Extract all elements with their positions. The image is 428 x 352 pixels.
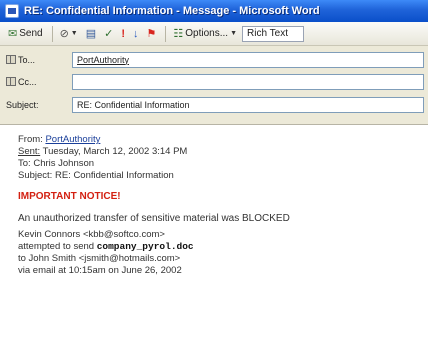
options-dropdown-icon: ▼ xyxy=(230,30,238,37)
message-format-value: Rich Text xyxy=(247,28,288,39)
send-label: Send xyxy=(19,28,43,39)
cc-field[interactable] xyxy=(72,73,424,90)
blocked-alert: An unauthorized transfer of sensitive ma… xyxy=(18,213,290,224)
to-field[interactable]: PortAuthority xyxy=(72,51,424,68)
to-line: To: Chris Johnson xyxy=(18,158,94,169)
cc-button[interactable]: Cc... xyxy=(0,77,72,87)
subject-field[interactable]: RE: Confidential Information xyxy=(72,96,424,113)
sent-value: Tuesday, March 12, 2002 3:14 PM xyxy=(42,146,188,157)
message-toolbar: ✉ Send ⊘ ▼ ▤ ✓ ! ↓ ⚑ ☷ Options... ▼ Rich … xyxy=(0,22,428,46)
toolbar-separator xyxy=(51,25,53,42)
address-book-icon xyxy=(6,55,16,64)
cc-row: Cc... xyxy=(0,72,428,91)
blocked-filename: company_pyrol.doc xyxy=(96,241,194,252)
options-label: Options... xyxy=(185,28,229,39)
attach-dropdown-icon: ▼ xyxy=(70,30,78,37)
low-importance-button[interactable]: ↓ xyxy=(130,25,142,43)
via-line: via email at 10:15am on June 26, 2002 xyxy=(18,265,182,276)
address-book-icon: ▤ xyxy=(85,27,97,40)
subject-line-label: Subject: xyxy=(18,170,53,181)
to-button[interactable]: To... xyxy=(0,55,72,65)
to-recipient: PortAuthority xyxy=(77,54,130,65)
options-icon: ☷ xyxy=(173,27,184,40)
to-row: To... PortAuthority xyxy=(0,50,428,69)
subject-value: RE: Confidential Information xyxy=(77,99,190,110)
subject-line-value: RE: Confidential Information xyxy=(54,170,174,181)
from-line: From: PortAuthority xyxy=(18,134,100,145)
send-button[interactable]: ✉ Send xyxy=(5,25,46,43)
window-title: RE: Confidential Information - Message -… xyxy=(24,5,320,17)
send-icon: ✉ xyxy=(8,27,18,40)
subject-line: Subject: RE: Confidential Information xyxy=(18,170,174,181)
sent-line: Sent: Tuesday, March 12, 2002 3:14 PM xyxy=(18,146,187,157)
attempt-line: attempted to send company_pyrol.doc xyxy=(18,241,194,252)
address-book-icon xyxy=(6,77,16,86)
attempt-prefix: attempted to send xyxy=(18,241,95,252)
title-bar: RE: Confidential Information - Message -… xyxy=(0,0,428,22)
check-names-icon: ✓ xyxy=(104,27,114,40)
high-importance-icon: ! xyxy=(121,27,126,40)
low-importance-icon: ↓ xyxy=(133,27,139,40)
sent-label: Sent: xyxy=(18,146,41,157)
flag-button[interactable]: ⚑ xyxy=(144,25,160,43)
to-line-value: Chris Johnson xyxy=(33,158,95,169)
message-body[interactable]: From: PortAuthority Sent: Tuesday, March… xyxy=(0,124,428,352)
important-notice: IMPORTANT NOTICE! xyxy=(18,191,121,202)
attach-button[interactable]: ⊘ ▼ xyxy=(57,25,81,43)
attach-icon: ⊘ xyxy=(59,27,69,40)
from-value[interactable]: PortAuthority xyxy=(45,134,100,145)
message-format-select[interactable]: Rich Text xyxy=(242,25,305,42)
word-email-window: RE: Confidential Information - Message -… xyxy=(0,0,428,352)
to-line-label: To: xyxy=(18,158,31,169)
from-label: From: xyxy=(18,134,43,145)
high-importance-button[interactable]: ! xyxy=(118,25,128,43)
sender-line: Kevin Connors <kbb@softco.com> xyxy=(18,229,165,240)
word-app-icon xyxy=(5,4,19,18)
address-book-button[interactable]: ▤ xyxy=(83,25,99,43)
options-button[interactable]: ☷ Options... ▼ xyxy=(170,25,240,43)
toolbar-separator xyxy=(165,25,167,42)
to-label: To... xyxy=(18,54,36,65)
flag-icon: ⚑ xyxy=(146,27,157,40)
recipient-line: to John Smith <jsmith@hotmails.com> xyxy=(18,253,181,264)
cc-label: Cc... xyxy=(18,76,37,87)
check-names-button[interactable]: ✓ xyxy=(101,25,116,43)
address-fields: To... PortAuthority Cc... Subject: RE: C… xyxy=(0,47,428,123)
subject-row: Subject: RE: Confidential Information xyxy=(0,95,428,114)
subject-label: Subject: xyxy=(6,99,39,110)
